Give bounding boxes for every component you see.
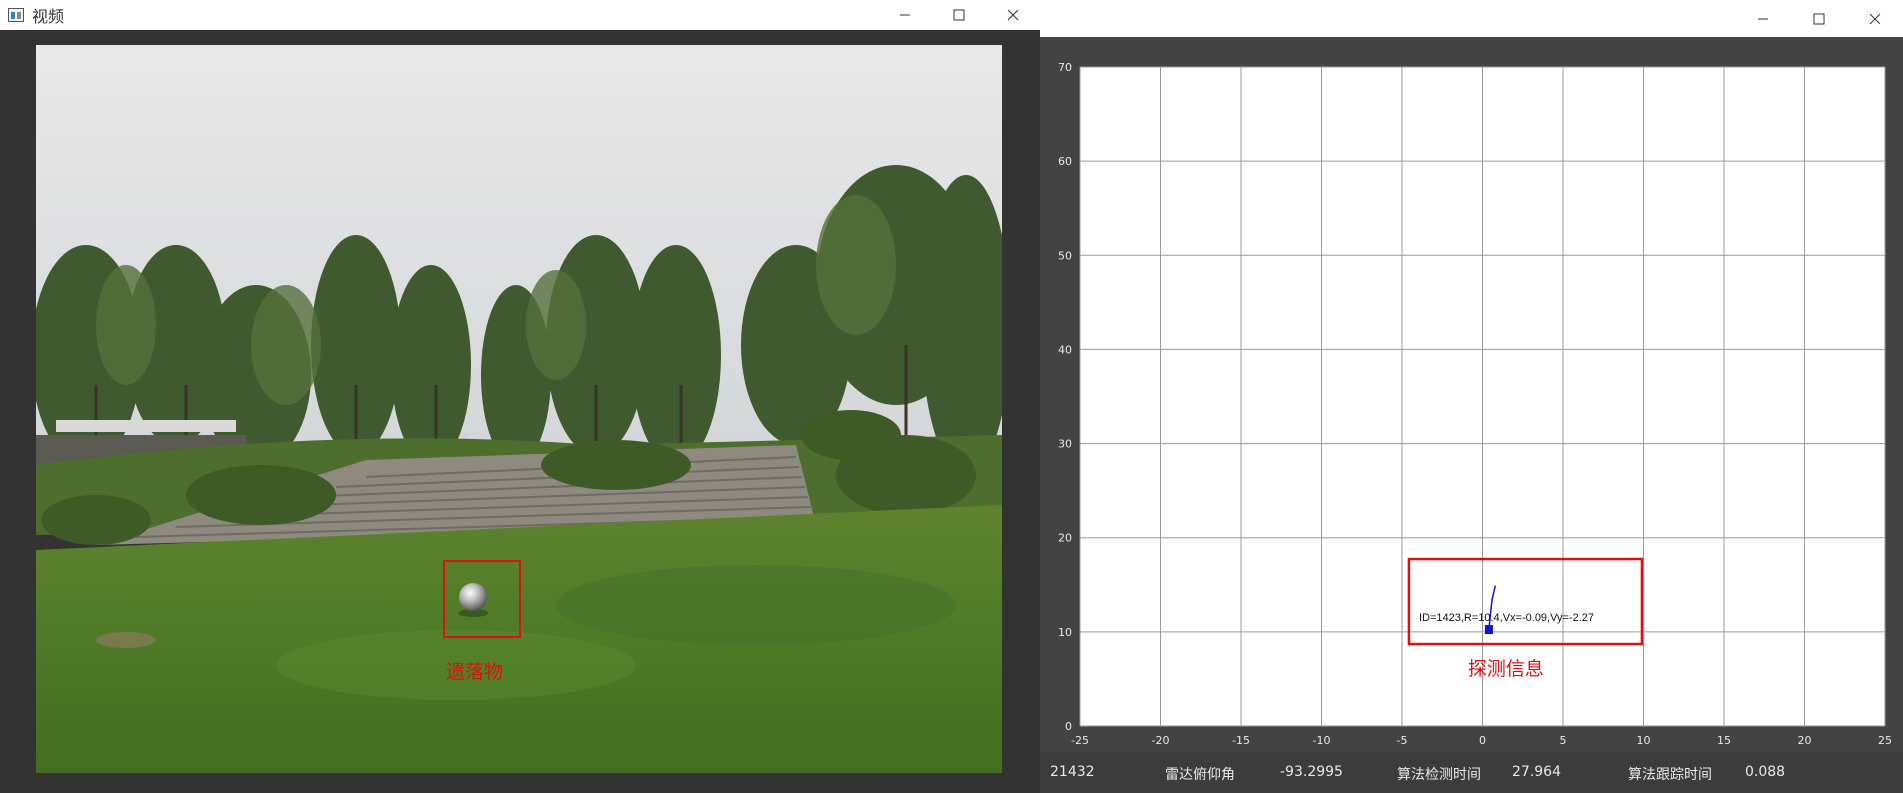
y-tick-label: 10 <box>1058 626 1072 639</box>
y-tick-label: 50 <box>1058 249 1072 262</box>
radar-window-controls <box>1735 0 1903 37</box>
radar-minimize-button[interactable] <box>1735 0 1791 37</box>
x-tick-label: 5 <box>1560 734 1567 747</box>
detection-label: 遗落物 <box>446 661 504 683</box>
radar-titlebar[interactable] <box>1040 0 1903 37</box>
pitch-value: -93.2995 <box>1280 764 1343 780</box>
close-icon <box>1869 13 1881 24</box>
status-bar: 21432 雷达俯仰角 -93.2995 算法检测时间 27.964 算法跟踪时… <box>1040 752 1903 793</box>
video-window-controls <box>878 0 1040 30</box>
x-tick-label: -15 <box>1232 734 1250 747</box>
radar-maximize-button[interactable] <box>1791 0 1847 37</box>
detect-time-label: 算法检测时间 <box>1397 767 1481 783</box>
video-frame: 遗落物 <box>36 45 1002 773</box>
radar-plot: -25 -20 -15 -10 -5 0 5 10 15 20 25 0 10 20 30 40 50 60 70 I… <box>1058 61 1892 747</box>
x-tick-label: 25 <box>1878 734 1892 747</box>
x-tick-label: 15 <box>1717 734 1731 747</box>
frame-count: 21432 <box>1050 764 1095 780</box>
video-window: 视频 遗落物 <box>0 0 1040 793</box>
radar-window: -25 -20 -15 -10 -5 0 5 10 15 20 25 0 10 20 30 40 50 60 70 I… <box>1040 0 1903 793</box>
track-time-label: 算法跟踪时间 <box>1628 767 1712 783</box>
target-label: ID=1423,R=10.4,Vx=-0.09,Vy=-2.27 <box>1419 612 1594 624</box>
park-scene-image <box>36 45 1002 773</box>
pitch-label: 雷达俯仰角 <box>1165 767 1235 783</box>
video-titlebar[interactable]: 视频 <box>0 0 1040 30</box>
y-tick-label: 30 <box>1058 438 1072 451</box>
video-window-title: 视频 <box>32 7 65 26</box>
app-icon <box>8 8 24 22</box>
x-tick-label: -25 <box>1071 734 1089 747</box>
x-tick-label: 10 <box>1637 734 1651 747</box>
maximize-button[interactable] <box>932 0 986 30</box>
y-tick-label: 20 <box>1058 532 1072 545</box>
target-point <box>1484 625 1493 635</box>
y-tick-label: 60 <box>1058 155 1072 168</box>
maximize-icon <box>953 9 965 21</box>
close-button[interactable] <box>986 0 1040 30</box>
y-tick-label: 70 <box>1058 61 1072 74</box>
radar-close-button[interactable] <box>1847 0 1903 37</box>
detection-info-label: 探测信息 <box>1468 658 1544 680</box>
y-tick-label: 40 <box>1058 343 1072 356</box>
close-icon <box>1007 9 1019 21</box>
minimize-icon <box>900 14 910 16</box>
minimize-icon <box>1758 18 1768 19</box>
radar-plot-area: -25 -20 -15 -10 -5 0 5 10 15 20 25 0 10 20 30 40 50 60 70 I… <box>1040 37 1903 752</box>
x-tick-label: 20 <box>1798 734 1812 747</box>
x-tick-label: -20 <box>1152 734 1170 747</box>
detect-time-value: 27.964 <box>1512 764 1561 780</box>
track-time-value: 0.088 <box>1745 764 1786 780</box>
x-tick-label: -10 <box>1313 734 1331 747</box>
minimize-button[interactable] <box>878 0 932 30</box>
x-tick-label: 0 <box>1479 734 1486 747</box>
detection-box <box>443 560 521 638</box>
x-tick-label: -5 <box>1397 734 1408 747</box>
y-tick-label: 0 <box>1065 720 1072 733</box>
maximize-icon <box>1813 13 1825 24</box>
